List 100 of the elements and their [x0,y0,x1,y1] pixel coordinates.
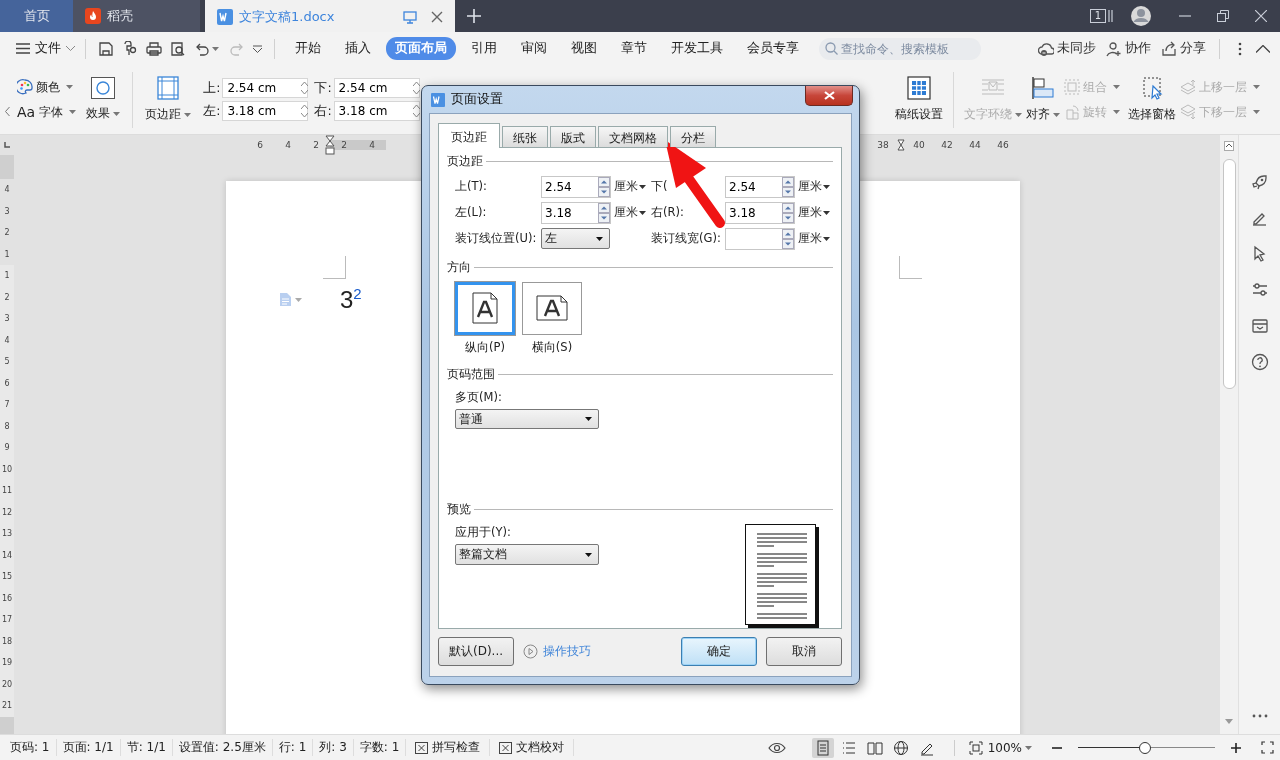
zoom-dropdown[interactable]: 100% [987,740,1032,755]
number-input[interactable]: 3.18 cm [223,104,302,118]
menu-tab[interactable]: 插入 [336,37,380,60]
tips-link[interactable]: 操作技巧 [543,643,592,660]
spin-down-icon[interactable] [782,212,794,223]
menu-tab[interactable]: 审阅 [512,37,556,60]
zoom-slider[interactable] [1078,741,1215,754]
font-button[interactable]: Aa 字体 [15,102,79,122]
tab[interactable]: 版式 [550,126,596,147]
number-input[interactable]: 3.18 [542,205,598,220]
number-input[interactable]: 2.54 [542,179,598,194]
cancel-button[interactable]: 取消 [766,637,842,666]
play-icon[interactable] [523,644,539,659]
close-button[interactable] [805,86,853,106]
search-field[interactable]: 查找命令、搜索模板 [819,37,981,60]
tab[interactable]: 页边距 [438,123,500,148]
page-up-icon[interactable] [1224,141,1234,151]
format-painter-icon[interactable] [122,40,138,57]
spin-up-icon[interactable] [598,202,610,213]
more-icon[interactable] [1251,714,1268,718]
effect-button[interactable]: 效果 [82,75,125,124]
menu-tab[interactable]: 开始 [286,37,330,60]
dropdown[interactable]: 普通 [455,409,599,429]
window-count-badge[interactable]: 1 [1089,9,1106,23]
customize-icon[interactable] [253,44,262,53]
more-icon[interactable] [1238,41,1242,56]
spin-up-icon[interactable] [782,228,794,239]
number-input[interactable]: 2.54 cm [334,81,413,95]
orientation-option[interactable] [455,281,515,335]
chevron-left-icon[interactable] [5,107,10,116]
add-tab-icon[interactable] [467,9,481,23]
ok-button[interactable]: 确定 [681,637,757,666]
spin-field[interactable]: 2.54 [541,175,611,198]
toolbar-button[interactable]: 稿纸设置 [893,74,945,125]
dropdown[interactable]: 整篇文档 [455,544,599,565]
unit-dropdown[interactable]: 厘米 [611,179,651,195]
spin-field[interactable]: 3.18 [725,201,795,224]
fullscreen-icon[interactable] [1261,741,1274,754]
slider-thumb[interactable] [1139,741,1152,754]
number-input[interactable]: 3.18 cm [334,104,413,118]
tab[interactable]: 文档网格 [598,126,668,147]
restore-icon[interactable] [1217,10,1229,22]
spin-field[interactable]: 3.18 cm [222,101,309,121]
inbox-icon[interactable] [1250,317,1269,335]
rocket-icon[interactable] [1250,173,1269,191]
close-icon[interactable] [431,11,443,23]
tab-stop-icon[interactable] [4,142,10,148]
avatar-icon[interactable] [1130,5,1152,27]
unit-dropdown[interactable]: 厘米 [795,205,835,221]
menu-tab[interactable]: 引用 [462,37,506,60]
help-icon[interactable] [1250,353,1269,371]
file-menu[interactable]: 文件 [14,36,77,61]
menu-tab[interactable]: 章节 [612,37,656,60]
tab[interactable]: 纸张 [502,126,548,147]
spin-up-icon[interactable] [782,176,794,187]
status-button[interactable]: 文档校对 [490,739,575,756]
search-input[interactable]: 查找命令、搜索模板 [838,41,975,56]
spin-down-icon[interactable] [598,186,610,197]
menu-tab[interactable]: 会员专享 [738,37,808,60]
tab[interactable]: 首页 [0,0,73,32]
unit-dropdown[interactable]: 厘米 [611,205,651,221]
indent-marker-icon[interactable] [325,135,335,155]
margins-button[interactable]: 页边距 [141,74,196,125]
dropdown[interactable]: 左 [541,228,610,250]
spin-up-icon[interactable] [782,202,794,213]
tab[interactable]: 稻壳 [73,0,200,32]
spin-down-icon[interactable] [782,238,794,249]
sliders-icon[interactable] [1250,281,1269,299]
number-input[interactable]: 2.54 [726,179,782,194]
toolbar-button[interactable]: 协作 [1106,40,1151,57]
spin-field[interactable]: 2.54 [725,175,795,198]
save-icon[interactable] [98,40,114,57]
collapse-icon[interactable] [1256,44,1270,53]
number-input[interactable]: 2.54 cm [223,81,302,95]
toolbar-button[interactable]: 选择窗格 [1126,74,1178,125]
spin-field[interactable]: 2.54 cm [222,78,309,98]
eye-icon[interactable] [767,741,786,754]
color-button[interactable]: 颜色 [15,77,79,97]
toolbar-button[interactable]: 分享 [1161,40,1206,57]
spin-field[interactable]: 3.18 cm [333,101,420,121]
toolbar-button[interactable]: 对齐 [1024,74,1062,125]
spin-field[interactable]: 3.18 [541,201,611,224]
tab[interactable]: 文字文稿1.docx [205,0,455,32]
indent-marker-icon[interactable] [897,139,905,151]
status-button[interactable]: 拼写检查 [406,739,491,756]
spin-field[interactable] [725,227,795,250]
unit-dropdown[interactable]: 厘米 [795,179,835,195]
unit-dropdown[interactable]: 厘米 [795,231,835,247]
menu-tab[interactable]: 视图 [562,37,606,60]
default-button[interactable]: 默认(D)... [438,637,515,666]
tab[interactable]: 分栏 [670,126,716,147]
fit-page-icon[interactable] [968,740,983,755]
spin-down-icon[interactable] [598,212,610,223]
print-preview-icon[interactable] [170,40,186,57]
orientation-option[interactable] [522,281,582,335]
spin-up-icon[interactable] [598,176,610,187]
spin-down-icon[interactable] [782,186,794,197]
print-icon[interactable] [146,40,162,57]
number-input[interactable]: 3.18 [726,205,782,220]
spin-field[interactable]: 2.54 cm [333,78,420,98]
